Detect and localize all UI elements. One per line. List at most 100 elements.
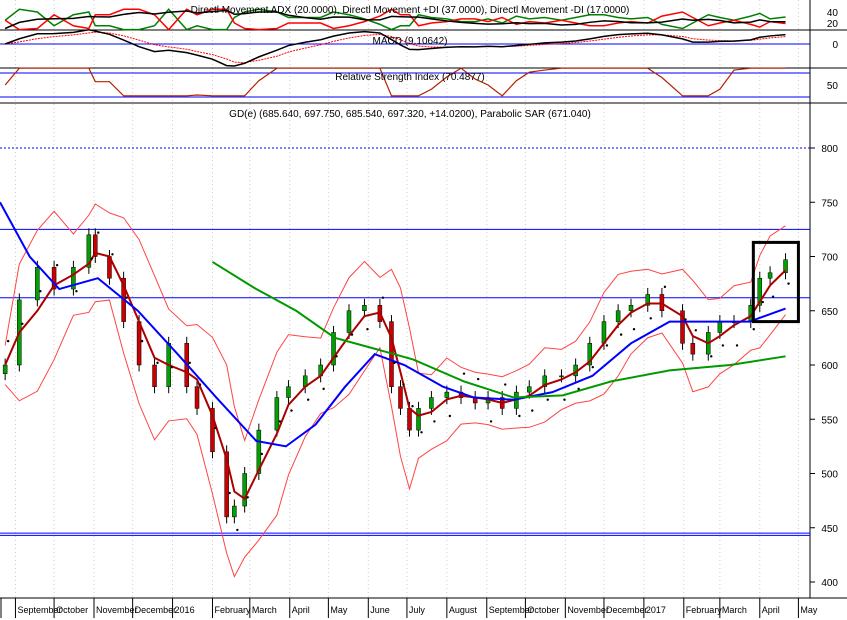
y-tick-label: 750 bbox=[821, 198, 838, 209]
candle-body bbox=[407, 408, 412, 431]
parabolic-sar-dot bbox=[290, 409, 293, 412]
candle-body bbox=[527, 386, 532, 393]
parabolic-sar-dot bbox=[462, 372, 466, 375]
parabolic-sar-dot bbox=[188, 361, 191, 365]
x-tick-label: November bbox=[567, 605, 609, 615]
parabolic-sar-dot bbox=[476, 377, 480, 381]
parabolic-sar-dot bbox=[402, 383, 405, 386]
candle-body bbox=[346, 310, 352, 333]
parabolic-sar-dot bbox=[411, 405, 414, 408]
parabolic-sar-dot bbox=[156, 361, 159, 365]
rsi-tick-label: 50 bbox=[827, 81, 839, 92]
parabolic-sar-dot bbox=[97, 231, 100, 234]
x-tick-label: March bbox=[722, 605, 747, 615]
parabolic-sar-dot bbox=[228, 491, 231, 495]
parabolic-sar-dot bbox=[448, 414, 452, 418]
parabolic-sar-dot bbox=[518, 414, 521, 418]
y-tick-label: 550 bbox=[821, 415, 838, 426]
parabolic-sar-dot bbox=[684, 318, 687, 321]
parabolic-sar-dot bbox=[335, 355, 338, 358]
x-tick-label: October bbox=[527, 605, 559, 615]
candle-body bbox=[194, 386, 200, 409]
x-tick-label: April bbox=[292, 605, 310, 615]
candle-body bbox=[429, 397, 434, 409]
parabolic-sar-dot bbox=[236, 528, 239, 532]
candle-body bbox=[398, 386, 403, 409]
candle-body bbox=[286, 386, 291, 398]
parabolic-sar-dot bbox=[504, 383, 507, 386]
macd-title: MACD (9.10642) bbox=[372, 36, 447, 47]
x-tick-label: September bbox=[489, 605, 533, 615]
dmi-title: Directl Movement ADX (20.0000), Directl … bbox=[191, 5, 630, 16]
parabolic-sar-dot bbox=[420, 431, 423, 434]
parabolic-sar-dot bbox=[21, 322, 24, 325]
parabolic-sar-dot bbox=[350, 333, 354, 336]
x-tick-label: 2016 bbox=[175, 605, 195, 615]
x-tick-label: 2017 bbox=[646, 605, 666, 615]
parabolic-sar-dot bbox=[721, 344, 725, 347]
parabolic-sar-dot bbox=[381, 296, 385, 299]
parabolic-sar-dot bbox=[246, 496, 249, 499]
candle-body bbox=[2, 364, 8, 374]
x-tick-label: May bbox=[800, 605, 818, 615]
x-tick-label: March bbox=[252, 605, 277, 615]
x-tick-label: February bbox=[214, 605, 251, 615]
candle-body bbox=[362, 305, 367, 312]
parabolic-sar-dot bbox=[761, 300, 764, 304]
x-tick-label: December bbox=[606, 605, 648, 615]
parabolic-sar-dot bbox=[75, 290, 78, 293]
parabolic-sar-dot bbox=[710, 355, 713, 358]
price-title: GD(e) (685.640, 697.750, 685.540, 697.32… bbox=[229, 109, 591, 120]
parabolic-sar-dot bbox=[214, 426, 217, 430]
parabolic-sar-dot bbox=[90, 257, 94, 260]
parabolic-sar-dot bbox=[260, 452, 264, 456]
x-tick-label: July bbox=[409, 605, 426, 615]
parabolic-sar-dot bbox=[306, 398, 310, 401]
candle-body bbox=[690, 343, 696, 355]
x-tick-label: June bbox=[370, 605, 390, 615]
macd-tick-label: 0 bbox=[832, 40, 838, 51]
parabolic-sar-dot bbox=[546, 398, 549, 401]
parabolic-sar-dot bbox=[111, 253, 114, 256]
parabolic-sar-dot bbox=[735, 344, 739, 347]
candle-body bbox=[152, 364, 157, 387]
parabolic-sar-dot bbox=[632, 327, 636, 331]
x-tick-label: October bbox=[56, 605, 88, 615]
x-tick-label: September bbox=[17, 605, 61, 615]
candle-body bbox=[767, 272, 773, 279]
parabolic-sar-dot bbox=[787, 282, 790, 285]
stock-chart: September October November December 2016 Febr… bbox=[0, 0, 847, 620]
parabolic-sar-dot bbox=[170, 365, 173, 369]
parabolic-sar-dot bbox=[563, 398, 566, 401]
x-tick-label: February bbox=[686, 605, 723, 615]
parabolic-sar-dot bbox=[577, 387, 580, 391]
candle-body bbox=[628, 305, 634, 312]
parabolic-sar-dot bbox=[591, 365, 594, 369]
y-tick-label: 700 bbox=[821, 253, 838, 264]
candle-body bbox=[559, 375, 564, 378]
x-tick-label: August bbox=[449, 605, 478, 615]
y-tick-label: 500 bbox=[821, 470, 838, 481]
y-tick-label: 450 bbox=[821, 524, 838, 535]
parabolic-sar-dot bbox=[39, 290, 42, 293]
parabolic-sar-dot bbox=[489, 420, 493, 423]
y-tick-label: 400 bbox=[821, 578, 838, 589]
dmi-tick-label: 20 bbox=[827, 19, 839, 30]
chart-svg: SeptemberOctober NovemberDecember2016 Febr… bbox=[0, 0, 847, 618]
x-tick-label: November bbox=[96, 605, 138, 615]
candle-body bbox=[136, 321, 142, 366]
candle-body bbox=[242, 473, 247, 507]
candle-body bbox=[35, 267, 40, 301]
parabolic-sar-dot bbox=[140, 339, 144, 343]
y-tick-label: 600 bbox=[821, 361, 838, 372]
candle-body bbox=[416, 408, 421, 431]
x-tick-label: April bbox=[762, 605, 780, 615]
dmi-tick-label: 40 bbox=[827, 8, 839, 19]
y-tick-label: 650 bbox=[821, 307, 838, 318]
parabolic-sar-dot bbox=[752, 327, 755, 331]
parabolic-sar-dot bbox=[771, 295, 775, 298]
parabolic-sar-dot bbox=[433, 420, 436, 423]
parabolic-sar-dot bbox=[619, 333, 623, 336]
y-tick-label: 800 bbox=[821, 144, 838, 155]
parabolic-sar-dot bbox=[6, 339, 10, 343]
